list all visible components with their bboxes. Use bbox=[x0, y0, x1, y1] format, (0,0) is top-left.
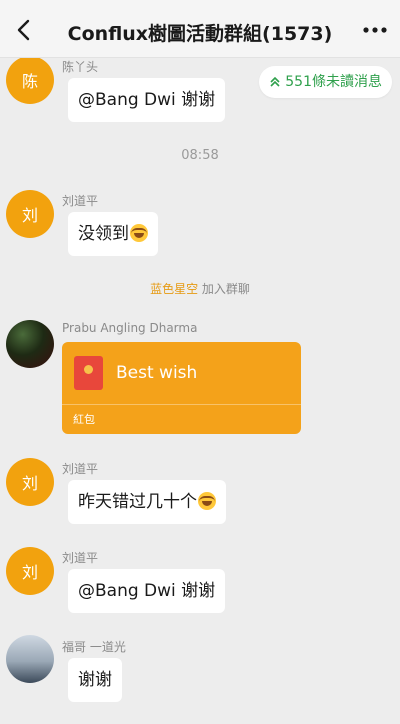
tears-of-joy-emoji-icon bbox=[198, 492, 216, 510]
avatar-initial: 刘 bbox=[21, 563, 38, 582]
back-arrow-icon[interactable] bbox=[12, 16, 36, 44]
red-packet-divider bbox=[62, 404, 301, 405]
joined-member-name[interactable]: 蓝色星空 bbox=[150, 282, 198, 296]
message-text: 没领到 bbox=[78, 224, 129, 244]
message-bubble[interactable]: 没领到 bbox=[68, 212, 158, 256]
avatar-initial: 刘 bbox=[21, 474, 38, 493]
red-packet-title: Best wish bbox=[116, 363, 198, 383]
sender-name: Prabu Angling Dharma bbox=[62, 321, 198, 335]
message-bubble[interactable]: @Bang Dwi 谢谢 bbox=[68, 78, 226, 122]
message-bubble[interactable]: 谢谢 bbox=[68, 658, 122, 702]
avatar-initial: 陈 bbox=[21, 72, 38, 91]
unread-messages-button[interactable]: 551條未讀消息 bbox=[259, 66, 392, 98]
unread-count-label: 551條未讀消息 bbox=[285, 74, 382, 90]
avatar[interactable]: 刘 bbox=[6, 458, 54, 506]
red-packet-label: 紅包 bbox=[73, 413, 95, 426]
message-text: 昨天错过几十个 bbox=[78, 492, 197, 512]
double-chevron-up-icon bbox=[270, 76, 280, 87]
avatar-photo[interactable] bbox=[6, 635, 54, 683]
avatar-initial: 刘 bbox=[21, 206, 38, 225]
sender-name: 福哥 一道光 bbox=[62, 640, 126, 654]
joined-action-text: 加入群聊 bbox=[201, 282, 250, 296]
avatar[interactable]: 陈 bbox=[6, 58, 54, 104]
sender-name: 陈丫头 bbox=[62, 60, 99, 74]
message-bubble[interactable]: 昨天错过几十个 bbox=[68, 480, 226, 524]
avatar[interactable]: 刘 bbox=[6, 190, 54, 238]
red-packet-card[interactable]: Best wish 紅包 bbox=[62, 342, 301, 434]
avatar[interactable]: 刘 bbox=[6, 547, 54, 595]
sender-name: 刘道平 bbox=[62, 462, 99, 476]
message-bubble[interactable]: @Bang Dwi 谢谢 bbox=[68, 569, 226, 613]
more-options-icon[interactable] bbox=[362, 20, 388, 40]
message-list[interactable]: 陈 陈丫头 @Bang Dwi 谢谢 551條未讀消息 08:58 刘 刘道平 … bbox=[0, 58, 400, 724]
red-envelope-icon bbox=[74, 356, 103, 390]
system-notice: 蓝色星空 加入群聊 bbox=[0, 280, 400, 297]
chat-header: Conflux樹圖活動群組(1573) bbox=[0, 0, 400, 58]
timestamp: 08:58 bbox=[181, 148, 219, 163]
chat-title: Conflux樹圖活動群組(1573) bbox=[67, 23, 333, 45]
avatar-photo[interactable] bbox=[6, 320, 54, 368]
tears-of-joy-emoji-icon bbox=[130, 224, 148, 242]
sender-name: 刘道平 bbox=[62, 551, 99, 565]
sender-name: 刘道平 bbox=[62, 194, 99, 208]
